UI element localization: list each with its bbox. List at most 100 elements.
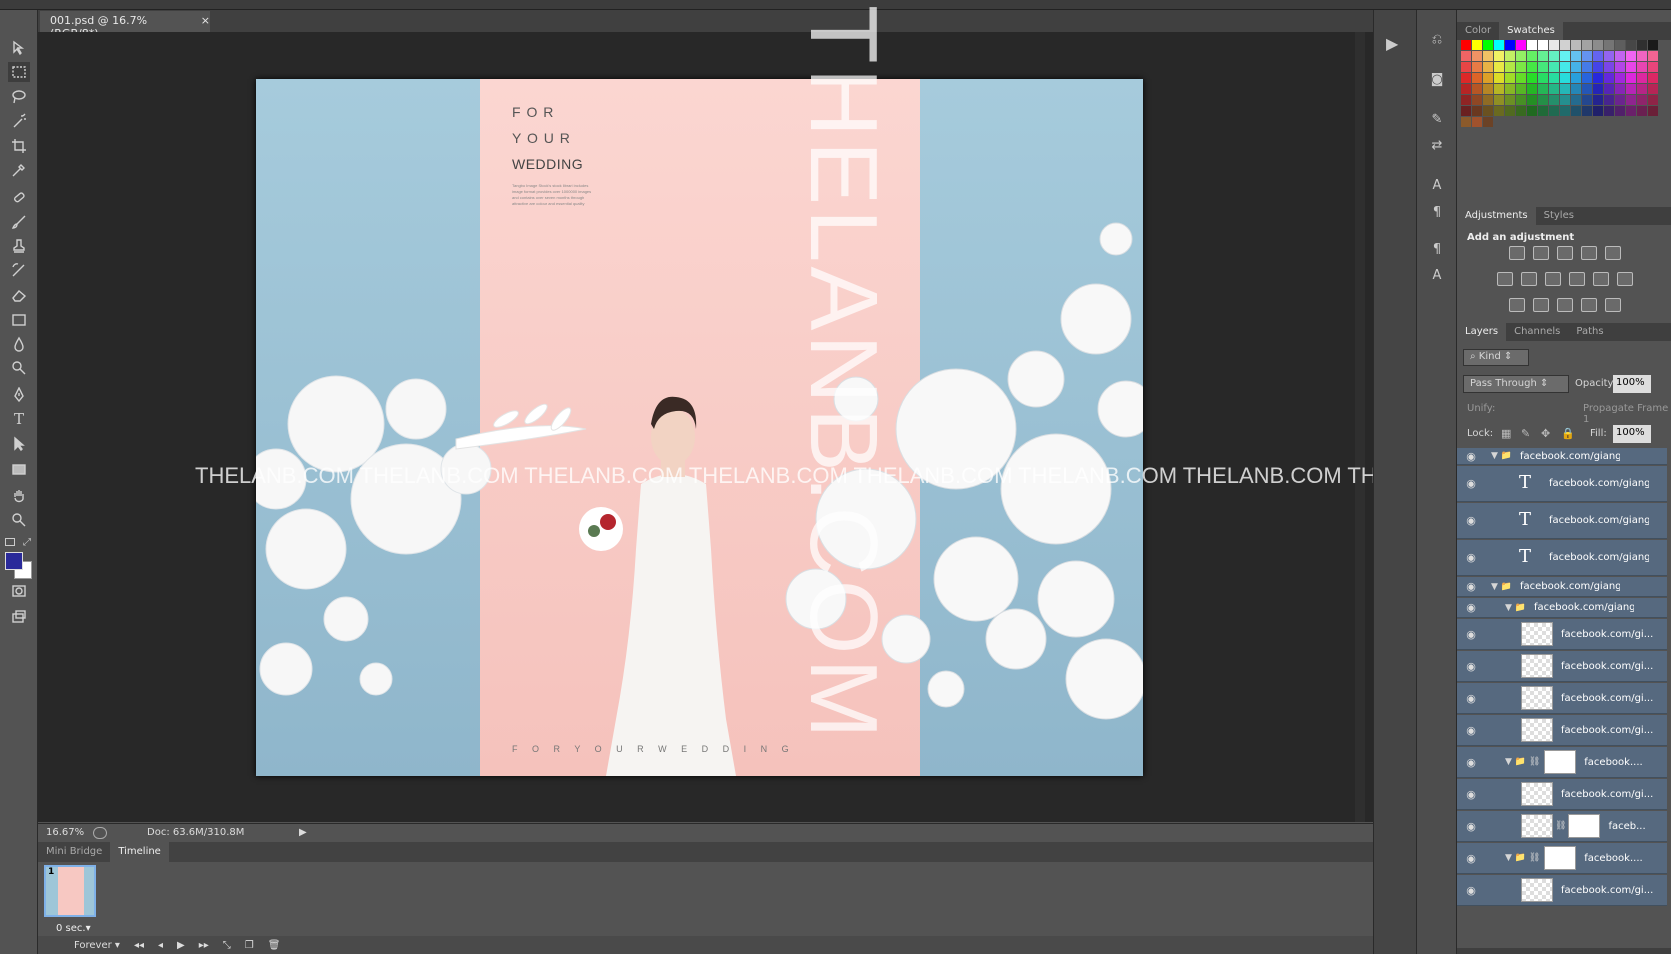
swatch-cell[interactable] bbox=[1538, 106, 1548, 116]
visibility-eye-icon[interactable]: ◉ bbox=[1457, 756, 1485, 769]
layer-row[interactable]: ◉ facebook.com/gi... bbox=[1457, 619, 1667, 650]
swatch-cell[interactable] bbox=[1549, 62, 1559, 72]
layer-filter-select[interactable]: ⌕ Kind ⇕ bbox=[1463, 349, 1529, 366]
delete-frame-icon[interactable]: 🗑 bbox=[268, 940, 281, 951]
swatch-cell[interactable] bbox=[1648, 84, 1658, 94]
swatch-cell[interactable] bbox=[1549, 84, 1559, 94]
swatch-cell[interactable] bbox=[1494, 40, 1504, 50]
layer-row[interactable]: ◉ facebook.com/gi... bbox=[1457, 651, 1667, 682]
default-colors-icon[interactable] bbox=[5, 538, 15, 546]
swatch-cell[interactable] bbox=[1560, 62, 1570, 72]
layer-row[interactable]: ◉ Tfacebook.com/giang... bbox=[1457, 540, 1667, 576]
loop-select[interactable]: Forever ▾ bbox=[74, 940, 120, 951]
lock-transparent-icon[interactable]: ▦ bbox=[1501, 427, 1511, 440]
move-tool-icon[interactable] bbox=[8, 38, 30, 58]
swatch-cell[interactable] bbox=[1593, 51, 1603, 61]
group-caret-icon[interactable]: ▼ 📁 bbox=[1505, 603, 1526, 613]
swatch-cell[interactable] bbox=[1461, 117, 1471, 127]
quick-mask-icon[interactable] bbox=[8, 581, 30, 601]
layer-row[interactable]: ◉▼ 📁facebook.com/giangkoi87 bbox=[1457, 448, 1667, 465]
swatch-cell[interactable] bbox=[1571, 106, 1581, 116]
swatch-cell[interactable] bbox=[1560, 84, 1570, 94]
layer-row[interactable]: ◉ ▼ 📁 facebook.com/giang... bbox=[1457, 598, 1667, 618]
swatch-cell[interactable] bbox=[1593, 95, 1603, 105]
layer-row[interactable]: ◉▼ 📁facebook.com/giangkoi87 bbox=[1457, 577, 1667, 597]
swatch-cell[interactable] bbox=[1615, 73, 1625, 83]
layer-row[interactable]: ◉ facebook.com/gi... bbox=[1457, 715, 1667, 746]
tab-adjustments[interactable]: Adjustments bbox=[1457, 207, 1536, 225]
swatch-cell[interactable] bbox=[1505, 40, 1515, 50]
layer-row[interactable]: ◉ ▼ 📁 ⛓ facebook.... bbox=[1457, 747, 1667, 778]
visibility-eye-icon[interactable]: ◉ bbox=[1457, 852, 1485, 865]
visibility-eye-icon[interactable]: ◉ bbox=[1457, 692, 1485, 705]
visibility-eye-icon[interactable]: ◉ bbox=[1457, 580, 1485, 593]
type-tool-icon[interactable]: T bbox=[8, 409, 30, 429]
swatch-cell[interactable] bbox=[1472, 40, 1482, 50]
group-caret-icon[interactable]: ▼ 📁 ⛓ bbox=[1505, 757, 1540, 767]
layer-row[interactable]: ◉ ⛓ faceb... bbox=[1457, 811, 1667, 842]
swatch-cell[interactable] bbox=[1461, 84, 1471, 94]
document-canvas[interactable]: F O R Y O U R WEDDING Tangbo Image Stock… bbox=[256, 79, 1143, 776]
zoom-tool-icon[interactable] bbox=[8, 510, 30, 530]
swatch-cell[interactable] bbox=[1505, 106, 1515, 116]
swatch-cell[interactable] bbox=[1494, 51, 1504, 61]
layer-row[interactable]: ◉ facebook.com/gi... bbox=[1457, 683, 1667, 714]
layer-row[interactable]: ◉ facebook.com/gi... bbox=[1457, 875, 1667, 906]
lock-position-icon[interactable]: ✥ bbox=[1541, 427, 1550, 440]
swatch-cell[interactable] bbox=[1516, 62, 1526, 72]
swatch-cell[interactable] bbox=[1549, 51, 1559, 61]
swatch-cell[interactable] bbox=[1637, 51, 1647, 61]
new-frame-icon[interactable]: ❐ bbox=[245, 940, 254, 951]
swatch-cell[interactable] bbox=[1549, 106, 1559, 116]
character-styles-icon[interactable]: A bbox=[1427, 268, 1447, 288]
swatch-cell[interactable] bbox=[1494, 106, 1504, 116]
history-panel-icon[interactable]: ⎌ bbox=[1427, 32, 1447, 52]
invert-icon[interactable] bbox=[1509, 298, 1525, 312]
visibility-eye-icon[interactable]: ◉ bbox=[1457, 514, 1485, 527]
gradient-map-icon[interactable] bbox=[1605, 298, 1621, 312]
swatch-cell[interactable] bbox=[1472, 73, 1482, 83]
photo-filter-icon[interactable] bbox=[1569, 272, 1585, 286]
swatch-cell[interactable] bbox=[1516, 95, 1526, 105]
vertical-scrollbar[interactable] bbox=[1355, 32, 1365, 822]
layer-row[interactable]: ◉ ▼ 📁 ⛓ facebook.... bbox=[1457, 843, 1667, 874]
swap-colors-icon[interactable]: ⤢ bbox=[23, 537, 31, 548]
visibility-eye-icon[interactable]: ◉ bbox=[1457, 788, 1485, 801]
swatch-cell[interactable] bbox=[1626, 62, 1636, 72]
foreground-color-swatch[interactable] bbox=[5, 552, 23, 570]
visibility-eye-icon[interactable]: ◉ bbox=[1457, 601, 1485, 614]
swatch-cell[interactable] bbox=[1626, 106, 1636, 116]
brightness-icon[interactable] bbox=[1509, 246, 1525, 260]
pen-tool-icon[interactable] bbox=[8, 385, 30, 405]
swatch-cell[interactable] bbox=[1516, 73, 1526, 83]
swatch-cell[interactable] bbox=[1538, 73, 1548, 83]
swatch-cell[interactable] bbox=[1527, 40, 1537, 50]
tab-paths[interactable]: Paths bbox=[1568, 323, 1611, 341]
swatch-cell[interactable] bbox=[1483, 84, 1493, 94]
swatch-cell[interactable] bbox=[1626, 95, 1636, 105]
color-lookup-icon[interactable] bbox=[1617, 272, 1633, 286]
swatch-cell[interactable] bbox=[1593, 73, 1603, 83]
swatch-cell[interactable] bbox=[1582, 106, 1592, 116]
swatch-cell[interactable] bbox=[1527, 106, 1537, 116]
swatch-cell[interactable] bbox=[1648, 95, 1658, 105]
healing-tool-icon[interactable] bbox=[8, 187, 30, 207]
layer-row[interactable]: ◉ Tfacebook.com/giang... bbox=[1457, 466, 1667, 502]
levels-icon[interactable] bbox=[1533, 246, 1549, 260]
swatch-cell[interactable] bbox=[1472, 51, 1482, 61]
visibility-eye-icon[interactable]: ◉ bbox=[1457, 724, 1485, 737]
swatch-cell[interactable] bbox=[1593, 62, 1603, 72]
tab-channels[interactable]: Channels bbox=[1506, 323, 1568, 341]
visibility-eye-icon[interactable]: ◉ bbox=[1457, 660, 1485, 673]
camera-panel-icon[interactable]: ◙ bbox=[1427, 72, 1447, 92]
opacity-field[interactable]: 100% bbox=[1613, 375, 1651, 393]
swatch-cell[interactable] bbox=[1483, 95, 1493, 105]
next-frame-icon[interactable]: ▸▸ bbox=[199, 940, 209, 951]
swatch-cell[interactable] bbox=[1637, 84, 1647, 94]
swatch-cell[interactable] bbox=[1516, 40, 1526, 50]
swatch-cell[interactable] bbox=[1604, 62, 1614, 72]
swatch-cell[interactable] bbox=[1538, 62, 1548, 72]
swatch-cell[interactable] bbox=[1527, 62, 1537, 72]
swatch-cell[interactable] bbox=[1527, 84, 1537, 94]
swatch-cell[interactable] bbox=[1538, 51, 1548, 61]
